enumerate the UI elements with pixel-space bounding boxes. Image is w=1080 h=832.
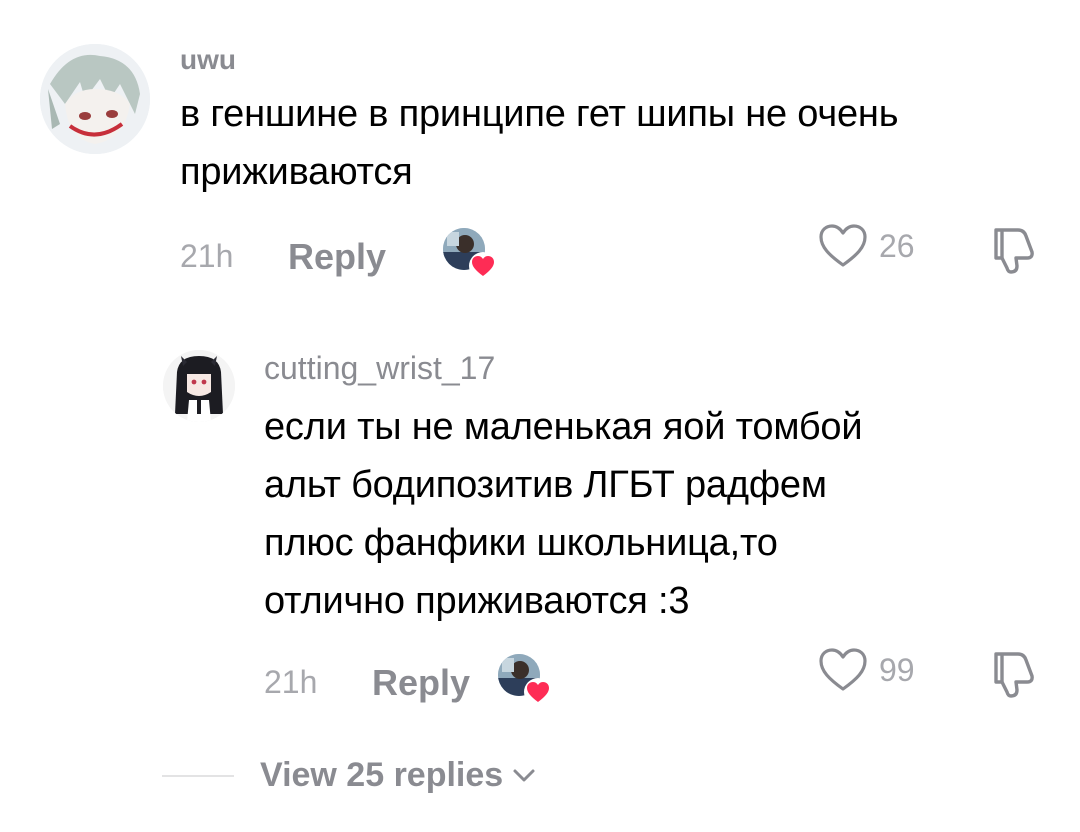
- comment-text-line: альт бодипозитив ЛГБТ радфем: [264, 464, 827, 506]
- creator-like-badge: [443, 228, 497, 282]
- like-button[interactable]: 99: [817, 646, 915, 694]
- comment-text-line: отлично приживаются :3: [264, 580, 690, 622]
- creator-like-badge: [498, 654, 552, 708]
- thumbs-down-icon[interactable]: [988, 646, 1040, 700]
- avatar-image: [163, 350, 235, 422]
- avatar-image: [40, 44, 150, 154]
- thumbs-down-icon[interactable]: [988, 222, 1040, 276]
- view-replies-button[interactable]: View 25 replies: [162, 756, 537, 795]
- comment-text-line: если ты не маленькая яой томбой: [264, 406, 863, 448]
- username[interactable]: uwu: [180, 44, 236, 76]
- reply-button[interactable]: Reply: [288, 236, 386, 278]
- username[interactable]: cutting_wrist_17: [264, 350, 495, 387]
- heart-outline-icon: [819, 224, 867, 267]
- like-count: 99: [879, 651, 915, 688]
- comment-text-line: в геншине в принципе гет шипы не очень: [180, 93, 899, 135]
- comment-text-line: приживаются: [180, 151, 413, 193]
- chevron-down-icon: [513, 769, 535, 781]
- like-button[interactable]: 26: [817, 222, 915, 270]
- heart-outline-icon: [819, 648, 867, 691]
- reply-button[interactable]: Reply: [372, 662, 470, 704]
- creator-heart-icon: [524, 678, 552, 706]
- comment-text: в геншине в принципе гет шипы не очень п…: [180, 85, 899, 201]
- creator-heart-icon: [469, 252, 497, 280]
- avatar[interactable]: [40, 44, 150, 154]
- view-replies-label: View 25 replies: [260, 756, 504, 794]
- avatar[interactable]: [163, 350, 235, 422]
- comment-time: 21h: [180, 238, 234, 274]
- divider: [162, 774, 234, 777]
- like-count: 26: [879, 227, 915, 264]
- comment-time: 21h: [264, 664, 318, 700]
- comment-text-line: плюс фанфики школьница,то: [264, 522, 778, 564]
- comment-text: если ты не маленькая яой томбой альт бод…: [264, 398, 863, 630]
